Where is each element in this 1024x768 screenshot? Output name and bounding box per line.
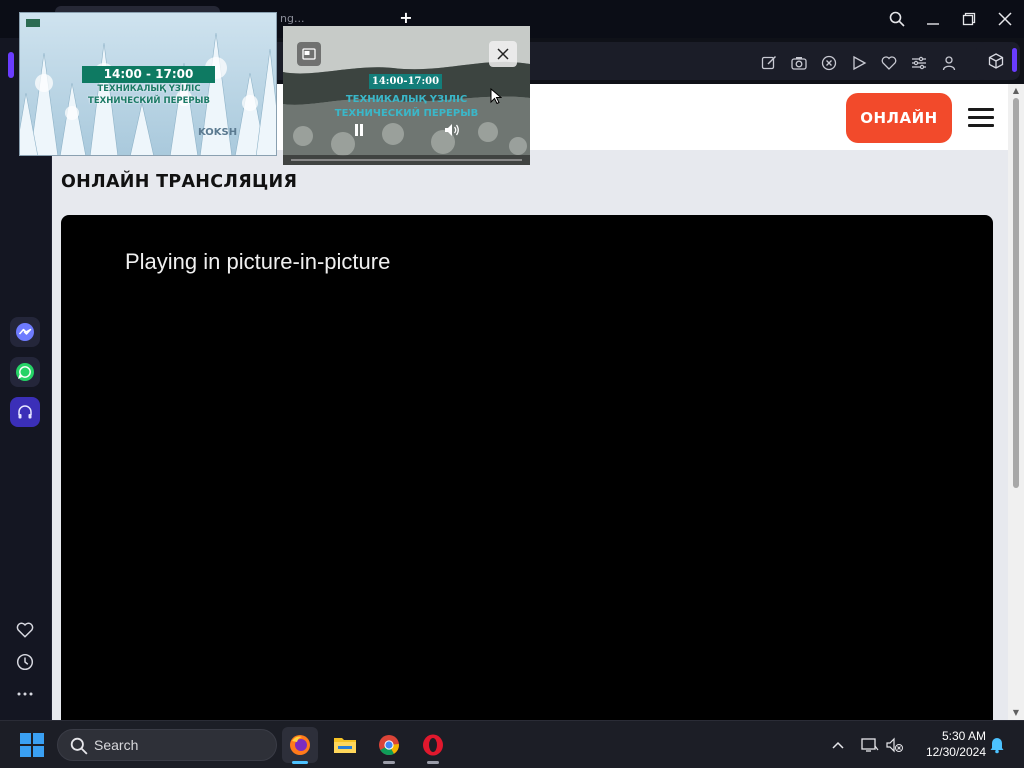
file-explorer-icon <box>334 738 356 753</box>
sidebar-accent-indicator <box>1012 48 1017 72</box>
pip-2-line-kz: ТЕХНИКАЛЫҚ ҮЗІЛІС <box>345 94 468 105</box>
search-icon <box>889 11 905 27</box>
back-to-tab-button[interactable] <box>297 42 321 66</box>
volume-icon <box>445 124 459 136</box>
settings-icon[interactable] <box>911 55 927 71</box>
tab-title-partial: ng... <box>280 12 305 25</box>
music-icon <box>18 405 32 419</box>
pip-2-time-banner: 14:00-17:00 <box>369 74 442 89</box>
search-label: Search <box>94 737 139 753</box>
channel-logo: KOKSH <box>198 127 238 138</box>
show-hidden-icons-button[interactable] <box>828 735 848 755</box>
clock-time: 5:30 AM <box>941 729 986 743</box>
network-status[interactable] <box>860 735 880 755</box>
close-icon <box>998 12 1012 26</box>
pause-button[interactable] <box>351 122 367 138</box>
menu-icon[interactable] <box>968 108 994 128</box>
search-icon <box>70 737 88 755</box>
webpage: ОНЛАЙН ОНЛАЙН ТРАНСЛЯЦИЯ Playing in pict… <box>52 84 1008 720</box>
pip-window-1[interactable]: 14:00 - 17:00 ТЕХНИКАЛЫҚ ҮЗІЛІС ТЕХНИЧЕС… <box>19 12 277 156</box>
minimize-icon <box>927 23 939 25</box>
page-scrollbar[interactable]: ▲ ▼ <box>1008 84 1024 720</box>
running-app-indicator <box>383 761 395 764</box>
active-app-indicator <box>292 761 308 764</box>
scroll-up-icon[interactable]: ▲ <box>1011 86 1021 96</box>
taskbar-app-chrome[interactable] <box>371 727 407 764</box>
notifications-button[interactable] <box>987 735 1007 755</box>
desktop-screen: ng... + ОНЛАЙН ОНЛАЙН ТРАНСЛЯЦИЯ Playing… <box>0 0 1024 768</box>
shield-icon[interactable] <box>821 55 837 71</box>
pip-2-line-ru: ТЕХНИЧЕСКИЙ ПЕРЕРЫВ <box>334 108 479 119</box>
pip-window-2[interactable]: 14:00-17:00 ТЕХНИКАЛЫҚ ҮЗІЛІС ТЕХНИЧЕСКИ… <box>283 26 530 165</box>
more-icon <box>17 692 33 696</box>
section-title: ОНЛАЙН ТРАНСЛЯЦИЯ <box>61 172 298 192</box>
mouse-cursor-icon <box>490 88 502 104</box>
history-icon <box>16 653 34 671</box>
sidebar-favorites[interactable] <box>15 620 35 640</box>
scroll-down-icon[interactable]: ▼ <box>1011 708 1021 718</box>
chrome-icon <box>379 735 399 756</box>
firefox-icon <box>290 735 310 755</box>
volume-status[interactable] <box>885 735 905 755</box>
pip-1-line-kz: ТЕХНИКАЛЫҚ ҮЗІЛІС <box>97 84 201 94</box>
extensions-button[interactable] <box>976 42 1016 80</box>
network-icon <box>861 738 879 752</box>
sidebar-active-indicator <box>8 52 14 78</box>
play-icon[interactable] <box>851 55 867 71</box>
windows-taskbar: Search 5:30 AM 12/30/2024 <box>0 720 1024 768</box>
close-window-button[interactable] <box>994 8 1016 30</box>
taskbar-search[interactable]: Search <box>57 729 277 761</box>
volume-muted-icon <box>886 737 903 753</box>
camera-icon[interactable] <box>791 55 807 71</box>
sidebar-app-messenger[interactable] <box>10 317 40 347</box>
whatsapp-icon <box>16 363 34 381</box>
scroll-thumb[interactable] <box>1013 98 1019 488</box>
edit-icon[interactable] <box>761 55 777 71</box>
heart-icon[interactable] <box>881 55 897 71</box>
sidebar-more[interactable] <box>15 684 35 704</box>
restore-button[interactable] <box>958 8 980 30</box>
taskbar-app-firefox[interactable] <box>282 727 318 764</box>
pip-status-message: Playing in picture-in-picture <box>125 249 391 274</box>
search-tabs-button[interactable] <box>886 8 908 30</box>
close-pip-button[interactable] <box>489 41 517 67</box>
account-icon[interactable] <box>941 55 957 71</box>
restore-icon <box>962 12 976 26</box>
taskbar-app-opera[interactable] <box>415 727 451 764</box>
pip-1-line-ru: ТЕХНИЧЕСКИЙ ПЕРЕРЫВ <box>88 96 210 106</box>
new-tab-button[interactable]: + <box>398 10 414 26</box>
messenger-icon <box>16 323 34 341</box>
running-app-indicator <box>427 761 439 764</box>
sidebar-app-whatsapp[interactable] <box>10 357 40 387</box>
taskbar-clock[interactable]: 5:30 AM 12/30/2024 <box>914 728 986 760</box>
cube-icon <box>988 53 1004 69</box>
back-to-tab-icon <box>302 48 316 60</box>
bell-icon <box>990 738 1004 754</box>
clock-date: 12/30/2024 <box>925 745 986 759</box>
online-button[interactable]: ОНЛАЙН <box>846 93 952 143</box>
pip-1-time-banner: 14:00 - 17:00 <box>82 66 215 83</box>
opera-icon <box>423 734 443 756</box>
sidebar-app-music[interactable] <box>10 397 40 427</box>
close-icon <box>497 48 509 60</box>
sidebar-history[interactable] <box>15 652 35 672</box>
pause-icon <box>355 124 363 136</box>
volume-button[interactable] <box>443 122 461 138</box>
taskbar-app-file-explorer[interactable] <box>327 727 363 763</box>
chevron-up-icon <box>832 741 844 749</box>
start-button[interactable] <box>20 733 44 757</box>
heart-icon <box>16 622 34 638</box>
minimize-button[interactable] <box>922 8 944 30</box>
video-player[interactable]: Playing in picture-in-picture <box>61 215 993 720</box>
